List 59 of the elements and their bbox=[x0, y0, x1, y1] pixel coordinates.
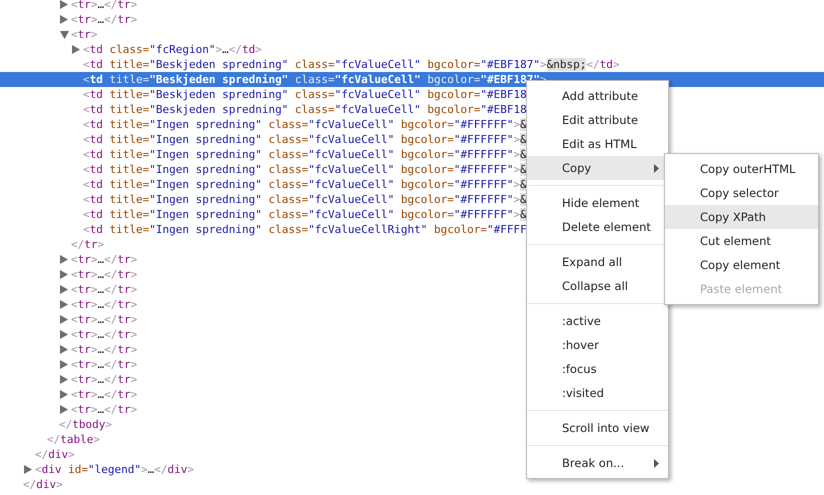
code-line: <tr>…</tr> bbox=[71, 372, 138, 387]
code-line: </div> bbox=[35, 447, 75, 462]
right-triangle-icon[interactable] bbox=[60, 270, 68, 279]
code-line: <tr>…</tr> bbox=[71, 387, 138, 402]
menu-item[interactable]: Copy element bbox=[665, 253, 818, 277]
menu-item[interactable]: Copy XPath bbox=[665, 205, 818, 229]
code-line: <tr>…</tr> bbox=[71, 297, 138, 312]
code-line: <tr>…</tr> bbox=[71, 327, 138, 342]
right-triangle-icon[interactable] bbox=[72, 45, 80, 54]
right-triangle-icon[interactable] bbox=[60, 345, 68, 354]
menu-item[interactable]: Cut element bbox=[665, 229, 818, 253]
code-line: <td title="Beskjeden spredning" class="fcValueCell" bgcolor="#EBF187">&nbsp;</td> bbox=[83, 57, 620, 72]
menu-item[interactable]: Break on... bbox=[527, 451, 668, 475]
right-triangle-icon[interactable] bbox=[60, 390, 68, 399]
menu-item[interactable]: Scroll into view bbox=[527, 416, 668, 440]
menu-item[interactable]: Collapse all bbox=[527, 274, 668, 298]
right-triangle-icon[interactable] bbox=[60, 330, 68, 339]
menu-item[interactable]: :hover bbox=[527, 333, 668, 357]
menu-item[interactable]: Copy selector bbox=[665, 181, 818, 205]
menu-item[interactable]: :visited bbox=[527, 381, 668, 405]
menu-item[interactable]: Delete element bbox=[527, 215, 668, 239]
menu-item[interactable]: Copy outerHTML bbox=[665, 157, 818, 181]
menu-item[interactable]: Edit attribute bbox=[527, 108, 668, 132]
code-line: </div> bbox=[23, 477, 63, 492]
menu-item[interactable]: Edit as HTML bbox=[527, 132, 668, 156]
code-line: </tr> bbox=[71, 237, 104, 252]
code-line: <tr>…</tr> bbox=[71, 402, 138, 417]
right-triangle-icon[interactable] bbox=[60, 15, 68, 24]
code-line: <tr>…</tr> bbox=[71, 282, 138, 297]
right-triangle-icon[interactable] bbox=[60, 0, 68, 9]
code-line: <div id="legend">…</div> bbox=[35, 462, 194, 477]
code-line: <tr>…</tr> bbox=[71, 12, 138, 27]
menu-item[interactable]: :active bbox=[527, 309, 668, 333]
code-line: <td title="Ingen spredning" class="fcValueCellRight" bgcolor="#FFFF bbox=[83, 222, 527, 237]
right-triangle-icon[interactable] bbox=[60, 285, 68, 294]
right-triangle-icon[interactable] bbox=[60, 375, 68, 384]
code-line: </table> bbox=[47, 432, 100, 447]
code-line: <td title="Beskjeden spredning" class="fcValueCell" bgcolor="#EBF18 bbox=[83, 87, 527, 102]
code-line: <tr>…</tr> bbox=[71, 252, 138, 267]
code-line: <tr>…</tr> bbox=[71, 357, 138, 372]
right-triangle-icon[interactable] bbox=[60, 360, 68, 369]
code-line: <tr>…</tr> bbox=[71, 312, 138, 327]
right-triangle-icon[interactable] bbox=[60, 315, 68, 324]
code-line: <tr> bbox=[71, 27, 98, 42]
right-triangle-icon[interactable] bbox=[60, 405, 68, 414]
menu-item[interactable]: Expand all bbox=[527, 250, 668, 274]
code-line: <tr>…</tr> bbox=[71, 267, 138, 282]
menu-item[interactable]: :focus bbox=[527, 357, 668, 381]
code-line: </tbody> bbox=[59, 417, 112, 432]
code-line: <td class="fcRegion">…</td> bbox=[83, 42, 262, 57]
right-triangle-icon[interactable] bbox=[24, 465, 32, 474]
menu-item[interactable]: Hide element bbox=[527, 191, 668, 215]
right-triangle-icon[interactable] bbox=[60, 255, 68, 264]
code-line: <tr>…</tr> bbox=[71, 0, 138, 12]
down-triangle-icon[interactable] bbox=[60, 30, 69, 38]
code-line: <td title="Beskjeden spredning" class="fcValueCell" bgcolor="#EBF18 bbox=[83, 102, 527, 117]
right-triangle-icon[interactable] bbox=[60, 300, 68, 309]
menu-item[interactable]: Add attribute bbox=[527, 84, 668, 108]
code-line: <tr>…</tr> bbox=[71, 342, 138, 357]
